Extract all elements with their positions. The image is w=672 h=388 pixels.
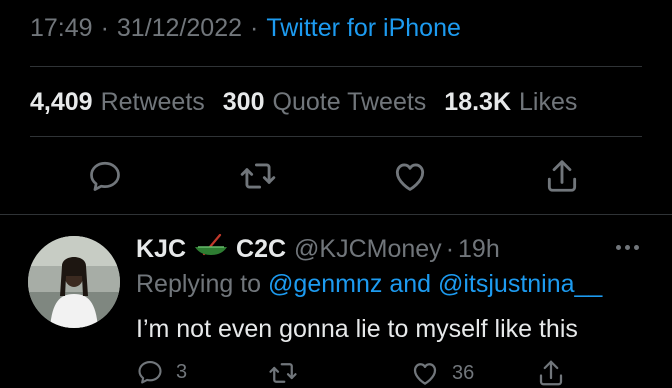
tweet-action-bar [0, 150, 672, 202]
more-dot-icon [633, 244, 639, 250]
meta-separator: · [445, 234, 455, 263]
canoe-emoji-icon [194, 233, 228, 265]
heart-icon [413, 363, 437, 385]
reply-reply-count: 3 [176, 360, 188, 383]
reply-like-button[interactable]: 36 [410, 358, 474, 388]
reply-icon [90, 161, 120, 191]
like-button[interactable] [390, 156, 430, 196]
share-button[interactable] [542, 156, 582, 196]
engagement-stats: 4,409 Retweets 300 Quote Tweets 18.3K Li… [30, 84, 595, 120]
reply-like-count: 36 [452, 361, 475, 384]
likes-stat[interactable]: 18.3K Likes [444, 88, 577, 117]
reply-reply-button[interactable]: 3 [136, 358, 187, 386]
mention-link[interactable]: @itsjustnina__ [438, 270, 602, 299]
quote-tweets-count: 300 [222, 87, 265, 116]
retweet-icon [269, 363, 297, 383]
divider [30, 66, 642, 67]
avatar-photo [28, 236, 120, 328]
tweet-date: 31/12/2022 [116, 13, 243, 42]
reply-author-name[interactable]: KJC [136, 235, 186, 264]
retweet-button[interactable] [238, 156, 278, 196]
reply-time[interactable]: 19h [458, 235, 500, 264]
tweet-time: 17:49 [30, 13, 93, 42]
more-dot-icon [624, 244, 630, 250]
meta-separator: · [250, 13, 259, 42]
divider [0, 214, 672, 215]
reply-retweet-button[interactable] [268, 358, 298, 388]
share-icon [539, 360, 563, 386]
reply-icon [138, 361, 162, 384]
likes-label: Likes [519, 87, 578, 116]
quote-tweets-stat[interactable]: 300 Quote Tweets [223, 88, 427, 117]
and-label[interactable]: and [389, 270, 431, 299]
reply-body-text: I’m not even gonna lie to myself like th… [136, 314, 578, 343]
likes-count: 18.3K [444, 87, 512, 116]
meta-separator: · [100, 13, 109, 42]
replying-to-line: Replying to @genmnz and @itsjustnina__ [136, 266, 602, 302]
reply-header: KJC C2C @KJCMoney · 19h [136, 231, 500, 267]
tweet-source-link[interactable]: Twitter for iPhone [266, 14, 461, 43]
retweets-stat[interactable]: 4,409 Retweets [30, 88, 205, 117]
more-dot-icon [615, 244, 621, 250]
tweet-meta: 17:49 · 31/12/2022 · Twitter for iPhone [30, 10, 461, 46]
reply-share-button[interactable] [536, 358, 566, 388]
reply-author-handle[interactable]: @KJCMoney [294, 235, 442, 264]
retweets-label: Retweets [100, 87, 205, 116]
reply-author-avatar[interactable] [28, 236, 120, 328]
quote-tweets-label: Quote Tweets [272, 87, 427, 116]
replying-to-label: Replying to [136, 269, 262, 298]
more-options-button[interactable] [610, 236, 644, 258]
retweets-count: 4,409 [30, 87, 93, 116]
reply-button[interactable] [85, 156, 125, 196]
divider [30, 136, 642, 137]
share-icon [547, 160, 577, 192]
retweet-icon [240, 163, 276, 189]
heart-icon [395, 163, 425, 191]
reply-author-name-suffix[interactable]: C2C [236, 235, 286, 264]
mention-link[interactable]: @genmnz [268, 270, 382, 299]
